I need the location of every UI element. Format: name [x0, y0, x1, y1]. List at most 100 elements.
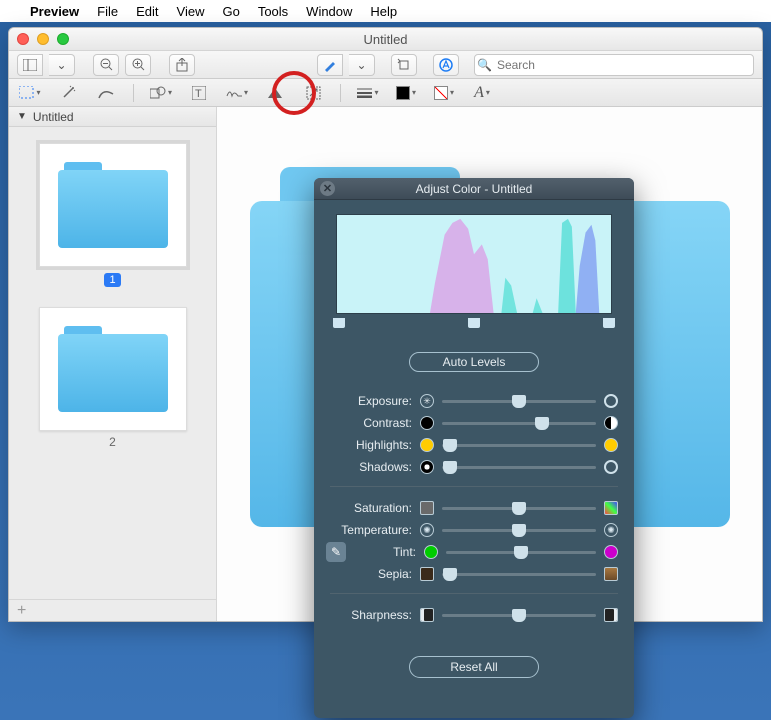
- sepia-row: Sepia:: [330, 563, 618, 585]
- tint-eyedropper-button[interactable]: ✎: [326, 542, 346, 562]
- svg-text:T: T: [195, 88, 202, 100]
- saturation-label: Saturation:: [330, 501, 412, 515]
- window-titlebar[interactable]: Untitled: [9, 28, 762, 51]
- sepia-high-icon: [604, 567, 618, 581]
- zoom-in-button[interactable]: [125, 54, 151, 76]
- tint-slider[interactable]: [446, 551, 596, 554]
- view-mode-dropdown[interactable]: ⌄: [49, 54, 75, 76]
- highlight-button[interactable]: [317, 54, 343, 76]
- line-weight-icon: [357, 88, 372, 98]
- temperature-label: Temperature:: [330, 523, 412, 537]
- rotate-button[interactable]: [391, 54, 417, 76]
- sharpness-slider[interactable]: [442, 614, 596, 617]
- menu-tools[interactable]: Tools: [258, 4, 288, 19]
- rotate-icon: [397, 58, 411, 72]
- border-color-tool[interactable]: ▾: [395, 82, 417, 104]
- sidebar-header[interactable]: ▼ Untitled: [9, 107, 216, 127]
- text-style-tool[interactable]: A▾: [471, 82, 493, 104]
- contrast-high-icon: [604, 416, 618, 430]
- exposure-low-icon: ✳: [420, 394, 434, 408]
- levels-black-handle[interactable]: [333, 318, 345, 328]
- add-page-button[interactable]: +: [17, 602, 26, 620]
- auto-levels-button[interactable]: Auto Levels: [409, 352, 539, 372]
- fill-color-tool[interactable]: ▾: [433, 82, 455, 104]
- sketch-tool[interactable]: [95, 82, 117, 104]
- levels-mid-handle[interactable]: [468, 318, 480, 328]
- window-close-button[interactable]: [17, 33, 29, 45]
- sharpness-row: Sharpness:: [330, 604, 618, 626]
- signature-icon: [226, 86, 242, 100]
- disclosure-triangle-icon[interactable]: ▼: [17, 111, 27, 122]
- markup-toolbar-button[interactable]: [433, 54, 459, 76]
- zoom-out-button[interactable]: [93, 54, 119, 76]
- levels-white-handle[interactable]: [603, 318, 615, 328]
- menu-window[interactable]: Window: [306, 4, 352, 19]
- shadows-row: Shadows:: [330, 456, 618, 478]
- shadows-slider[interactable]: [442, 466, 596, 469]
- pencil-icon: [98, 86, 114, 100]
- highlights-label: Highlights:: [330, 438, 412, 452]
- border-color-swatch: [396, 86, 410, 100]
- tint-low-icon: [424, 545, 438, 559]
- sepia-label: Sepia:: [330, 567, 412, 581]
- highlights-high-icon: [604, 438, 618, 452]
- page-number-badge: 1: [104, 273, 120, 287]
- line-style-tool[interactable]: ▾: [357, 82, 379, 104]
- toolbar-separator: [133, 84, 134, 102]
- highlights-row: Highlights:: [330, 434, 618, 456]
- menu-go[interactable]: Go: [222, 4, 239, 19]
- reset-all-button[interactable]: Reset All: [409, 656, 539, 678]
- sidebar-footer: +: [9, 599, 216, 621]
- fill-color-swatch: [434, 86, 448, 100]
- thumbnail-page-1[interactable]: [39, 143, 187, 267]
- folder-icon: [58, 326, 168, 412]
- highlights-slider[interactable]: [442, 444, 596, 447]
- sidebar-document-title: Untitled: [33, 110, 74, 124]
- view-mode-button[interactable]: [17, 54, 43, 76]
- search-input[interactable]: [474, 54, 754, 76]
- highlight-dropdown[interactable]: ⌄: [349, 54, 375, 76]
- resize-icon: [306, 86, 321, 100]
- sepia-slider[interactable]: [442, 573, 596, 576]
- adjust-color-tool[interactable]: [264, 82, 286, 104]
- sign-tool[interactable]: ▾: [226, 82, 248, 104]
- shadows-high-icon: [604, 460, 618, 474]
- saturation-slider[interactable]: [442, 507, 596, 510]
- instant-alpha-tool[interactable]: [57, 82, 79, 104]
- temperature-low-icon: ✺: [420, 523, 434, 537]
- menu-view[interactable]: View: [177, 4, 205, 19]
- menu-help[interactable]: Help: [370, 4, 397, 19]
- tint-label: Tint:: [358, 545, 416, 559]
- app-menu[interactable]: Preview: [30, 4, 79, 19]
- thumbnail-page-2[interactable]: [39, 307, 187, 431]
- contrast-slider[interactable]: [442, 422, 596, 425]
- adjust-color-panel[interactable]: ✕ Adjust Color - Untitled Auto Levels Ex…: [314, 178, 634, 718]
- contrast-label: Contrast:: [330, 416, 412, 430]
- temperature-row: Temperature: ✺ ✺: [330, 519, 618, 541]
- adjust-size-tool[interactable]: [302, 82, 324, 104]
- share-button[interactable]: [169, 54, 195, 76]
- shapes-tool[interactable]: ▾: [150, 82, 172, 104]
- sepia-low-icon: [420, 567, 434, 581]
- markup-icon: [439, 58, 453, 72]
- window-minimize-button[interactable]: [37, 33, 49, 45]
- window-zoom-button[interactable]: [57, 33, 69, 45]
- panel-close-button[interactable]: ✕: [320, 181, 335, 196]
- exposure-label: Exposure:: [330, 394, 412, 408]
- primary-toolbar: ⌄ ⌄ 🔍: [9, 51, 762, 79]
- histogram: [336, 214, 612, 314]
- sharpness-label: Sharpness:: [330, 608, 412, 622]
- thumbnails-sidebar: ▼ Untitled 1 2 +: [9, 107, 217, 621]
- levels-track[interactable]: [336, 318, 612, 332]
- temperature-slider[interactable]: [442, 529, 596, 532]
- text-tool[interactable]: T: [188, 82, 210, 104]
- page-number-label: 2: [109, 435, 116, 449]
- temperature-high-icon: ✺: [604, 523, 618, 537]
- exposure-slider[interactable]: [442, 400, 596, 403]
- share-icon: [176, 58, 188, 72]
- menu-edit[interactable]: Edit: [136, 4, 158, 19]
- panel-titlebar[interactable]: ✕ Adjust Color - Untitled: [314, 178, 634, 200]
- selection-tool[interactable]: ▾: [19, 82, 41, 104]
- macos-menubar: Preview File Edit View Go Tools Window H…: [0, 0, 771, 22]
- menu-file[interactable]: File: [97, 4, 118, 19]
